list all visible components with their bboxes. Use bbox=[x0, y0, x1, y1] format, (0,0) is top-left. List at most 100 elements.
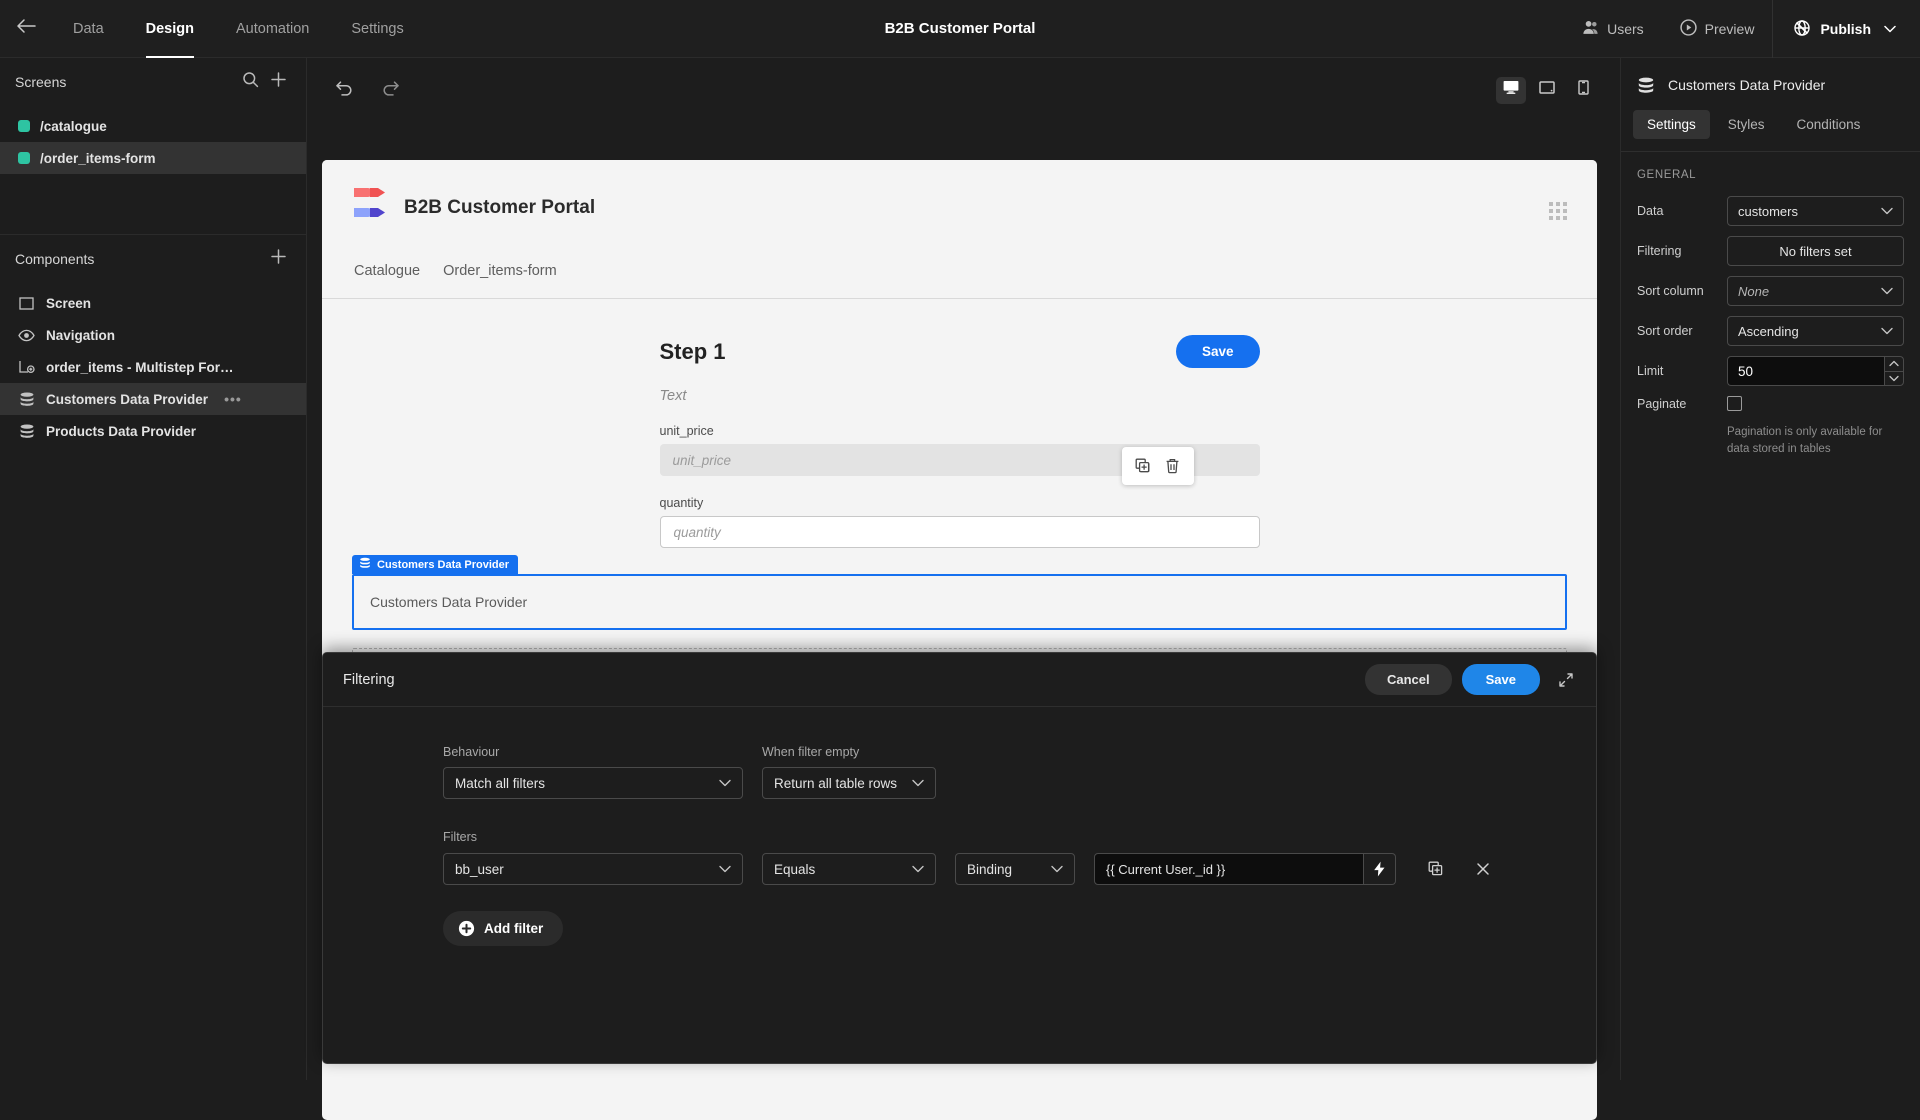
behaviour-label: Behaviour bbox=[443, 745, 500, 759]
add-component-button[interactable] bbox=[264, 245, 292, 273]
sort-column-select[interactable]: None bbox=[1727, 276, 1904, 306]
users-button[interactable]: Users bbox=[1564, 0, 1662, 58]
publish-button[interactable]: Publish bbox=[1773, 0, 1920, 58]
tab-styles[interactable]: Styles bbox=[1714, 110, 1779, 139]
chevron-down-icon bbox=[709, 865, 731, 873]
drawer-header: Filtering Cancel Save bbox=[323, 653, 1596, 707]
nav-tab-design[interactable]: Design bbox=[125, 0, 215, 58]
pagination-hint: Pagination is only available for data st… bbox=[1727, 426, 1883, 455]
filtering-drawer: Filtering Cancel Save Behaviour Match al… bbox=[322, 652, 1597, 1064]
app-preview-nav: Catalogue Order_items-form bbox=[352, 230, 1567, 298]
arrow-left-icon bbox=[16, 18, 36, 39]
filter-operator-value: Equals bbox=[774, 861, 816, 877]
prop-sort-column: Sort column None bbox=[1621, 271, 1920, 311]
components-list: Screen Navigation order_items - Multiste… bbox=[0, 283, 306, 447]
nav-tab-settings[interactable]: Settings bbox=[330, 0, 424, 58]
filter-value-input[interactable]: {{ Current User._id }} bbox=[1094, 853, 1364, 885]
prop-limit: Limit 50 bbox=[1621, 351, 1920, 391]
filter-field-select[interactable]: bb_user bbox=[443, 853, 743, 885]
delete-icon[interactable] bbox=[1160, 453, 1186, 479]
behaviour-value: Match all filters bbox=[455, 775, 546, 791]
prop-filtering: Filtering No filters set bbox=[1621, 231, 1920, 271]
chevron-down-icon bbox=[1881, 207, 1893, 215]
top-bar-actions: Users Preview Publish bbox=[1564, 0, 1920, 58]
filter-remove-button[interactable] bbox=[1470, 856, 1496, 882]
screen-item-catalogue[interactable]: /catalogue bbox=[0, 110, 306, 142]
sort-column-value: None bbox=[1738, 283, 1770, 299]
device-mobile-button[interactable] bbox=[1568, 77, 1598, 104]
limit-input[interactable]: 50 bbox=[1727, 356, 1884, 386]
component-item-screen[interactable]: Screen bbox=[0, 287, 306, 319]
prop-label: Paginate bbox=[1637, 396, 1687, 411]
component-item-products-data-provider[interactable]: Products Data Provider bbox=[0, 415, 306, 447]
chevron-down-icon bbox=[902, 779, 924, 787]
add-filter-label: Add filter bbox=[484, 921, 544, 936]
filter-value-type-select[interactable]: Binding bbox=[955, 853, 1075, 885]
multistep-form-icon bbox=[18, 359, 35, 376]
history-controls bbox=[331, 77, 403, 103]
drawer-cancel-button[interactable]: Cancel bbox=[1364, 664, 1452, 695]
expand-icon[interactable] bbox=[1558, 672, 1574, 688]
undo-button[interactable] bbox=[331, 77, 357, 103]
screens-title: Screens bbox=[15, 74, 67, 90]
search-screens-button[interactable] bbox=[236, 68, 264, 96]
data-provider-customers-body[interactable]: Customers Data Provider bbox=[352, 574, 1567, 630]
nav-tab-data[interactable]: Data bbox=[52, 0, 125, 58]
data-select[interactable]: customers bbox=[1727, 196, 1904, 226]
component-item-multistep-form[interactable]: order_items - Multistep For… bbox=[0, 351, 306, 383]
filter-duplicate-button[interactable] bbox=[1423, 856, 1449, 882]
limit-decrement-button[interactable] bbox=[1884, 370, 1904, 386]
prop-sort-order: Sort order Ascending bbox=[1621, 311, 1920, 351]
tab-settings[interactable]: Settings bbox=[1633, 110, 1710, 139]
data-provider-customers[interactable]: Customers Data Provider Customers Data P… bbox=[352, 555, 1567, 630]
plus-circle-icon bbox=[458, 920, 475, 937]
prop-paginate: Paginate bbox=[1621, 391, 1920, 416]
app-nav-link-order-items-form[interactable]: Order_items-form bbox=[443, 263, 557, 279]
filters-label: Filters bbox=[443, 830, 478, 844]
behaviour-group: Behaviour Match all filters bbox=[443, 745, 743, 799]
right-panel-title: Customers Data Provider bbox=[1668, 77, 1826, 93]
form-header: Step 1 Save bbox=[660, 335, 1260, 368]
nav-tab-automation[interactable]: Automation bbox=[215, 0, 330, 58]
behaviour-select[interactable]: Match all filters bbox=[443, 767, 743, 799]
preview-button[interactable]: Preview bbox=[1662, 0, 1773, 58]
when-filter-empty-value: Return all table rows bbox=[774, 775, 898, 791]
quantity-input[interactable]: quantity bbox=[659, 516, 1260, 548]
add-filter-button[interactable]: Add filter bbox=[443, 911, 564, 946]
component-menu-button[interactable]: ••• bbox=[224, 391, 242, 407]
tab-conditions[interactable]: Conditions bbox=[1783, 110, 1875, 139]
when-filter-empty-select[interactable]: Return all table rows bbox=[762, 767, 936, 799]
component-item-customers-data-provider[interactable]: Customers Data Provider ••• bbox=[0, 383, 306, 415]
screen-color-swatch bbox=[18, 152, 30, 164]
desktop-icon bbox=[1503, 80, 1519, 100]
filter-value-group: {{ Current User._id }} bbox=[1094, 853, 1396, 885]
chevron-down-icon bbox=[1041, 865, 1063, 873]
grid-dots-icon[interactable] bbox=[1549, 202, 1569, 222]
right-panel: Customers Data Provider Settings Styles … bbox=[1620, 58, 1920, 1080]
app-nav-link-catalogue[interactable]: Catalogue bbox=[354, 263, 420, 279]
filtering-button[interactable]: No filters set bbox=[1727, 236, 1904, 266]
plus-icon bbox=[270, 248, 287, 270]
field-quantity: quantity quantity bbox=[659, 496, 1260, 548]
device-tablet-button[interactable] bbox=[1532, 77, 1562, 104]
screens-list: /catalogue /order_items-form bbox=[0, 106, 306, 174]
component-item-navigation[interactable]: Navigation bbox=[0, 319, 306, 351]
redo-icon bbox=[381, 80, 400, 101]
field-label: unit_price bbox=[659, 424, 714, 438]
screen-item-order-items-form[interactable]: /order_items-form bbox=[0, 142, 306, 174]
back-button[interactable] bbox=[0, 0, 52, 58]
lightning-icon[interactable] bbox=[1364, 853, 1396, 885]
limit-increment-button[interactable] bbox=[1884, 356, 1904, 371]
form-step-title: Step 1 bbox=[659, 338, 726, 364]
drawer-save-button[interactable]: Save bbox=[1461, 664, 1540, 695]
search-icon bbox=[242, 71, 259, 93]
filter-operator-select[interactable]: Equals bbox=[762, 853, 936, 885]
chevron-down-icon bbox=[1881, 287, 1893, 295]
duplicate-icon[interactable] bbox=[1130, 453, 1156, 479]
form-save-button[interactable]: Save bbox=[1175, 335, 1260, 368]
sort-order-select[interactable]: Ascending bbox=[1727, 316, 1904, 346]
add-screen-button[interactable] bbox=[264, 68, 292, 96]
redo-button[interactable] bbox=[377, 77, 403, 103]
paginate-checkbox[interactable] bbox=[1727, 396, 1742, 411]
device-desktop-button[interactable] bbox=[1496, 76, 1526, 104]
